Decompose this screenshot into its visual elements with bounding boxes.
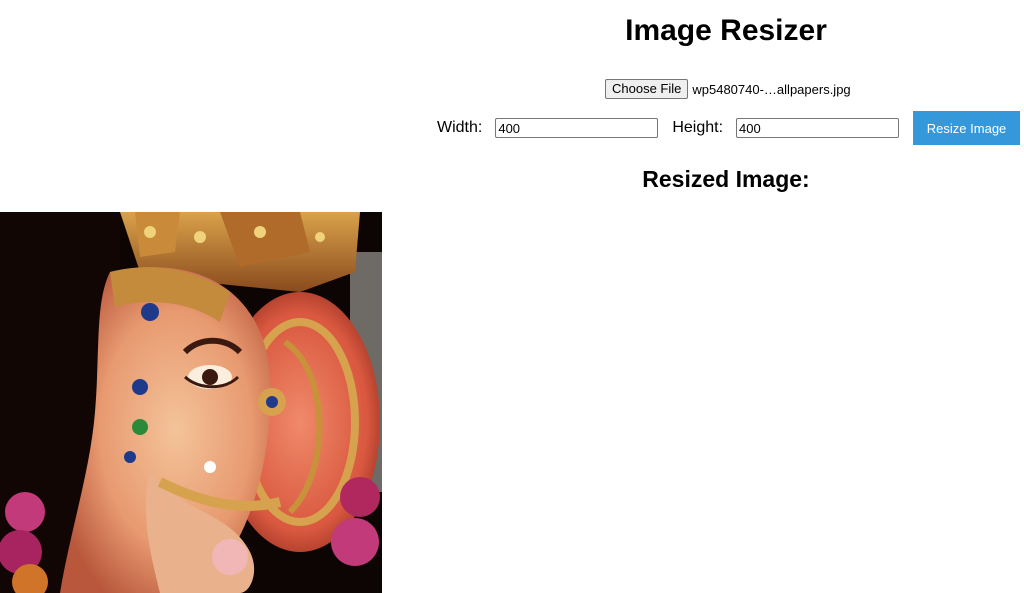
width-label: Width: bbox=[437, 119, 483, 136]
height-label: Height: bbox=[672, 119, 724, 136]
height-input[interactable] bbox=[736, 118, 900, 138]
dimensions-form: Width: Height: Resize Image bbox=[437, 111, 1021, 145]
resize-image-button[interactable]: Resize Image bbox=[913, 111, 1021, 145]
resized-image-heading: Resized Image: bbox=[642, 166, 810, 192]
page-title: Image Resizer bbox=[625, 14, 827, 47]
choose-file-button[interactable]: Choose File bbox=[605, 79, 689, 99]
file-picker[interactable]: Choose File wp5480740-…allpapers.jpg bbox=[605, 79, 851, 99]
selected-file-name: wp5480740-…allpapers.jpg bbox=[692, 81, 851, 97]
resized-image bbox=[0, 212, 382, 593]
ganesha-image bbox=[0, 212, 382, 593]
width-input[interactable] bbox=[495, 118, 659, 138]
